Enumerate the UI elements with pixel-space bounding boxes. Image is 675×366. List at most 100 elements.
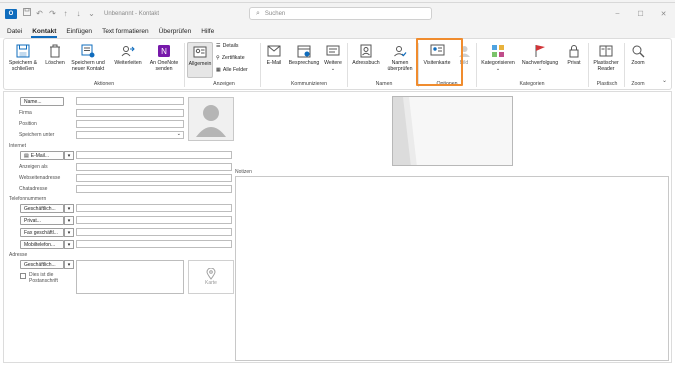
- certificate-icon: ⚲: [216, 55, 220, 61]
- business-card-preview[interactable]: [392, 96, 513, 166]
- phone-home-button[interactable]: Privat...: [20, 216, 64, 225]
- undo-icon[interactable]: ↶: [35, 9, 44, 19]
- minimize-button[interactable]: –: [606, 3, 629, 24]
- search-icon: ⌕: [256, 9, 260, 17]
- display-as-field[interactable]: [76, 163, 232, 171]
- tab-review[interactable]: Überprüfen: [158, 28, 193, 38]
- phone-mobile-dropdown[interactable]: ▾: [64, 240, 74, 249]
- address-book-button[interactable]: Adressbuch: [349, 43, 383, 66]
- group-zoom-label: Zoom: [631, 81, 645, 87]
- web-address-field[interactable]: [76, 174, 232, 182]
- email-button-field[interactable]: ▤ E-Mail...: [20, 151, 64, 160]
- mailing-address-checkbox[interactable]: [20, 273, 26, 279]
- mailing-address-label: Dies ist die Postanschrift: [29, 272, 58, 284]
- file-as-select[interactable]: ⌄: [76, 131, 184, 139]
- map-it-button[interactable]: Karte: [188, 260, 234, 294]
- save-new-icon: [81, 43, 95, 58]
- maximize-button[interactable]: ☐: [629, 3, 652, 24]
- chevron-down-icon: ⌄: [495, 66, 501, 72]
- full-name-button[interactable]: Name...: [20, 97, 64, 106]
- zoom-button[interactable]: Zoom: [626, 43, 650, 66]
- save-new-button[interactable]: Speichern und neuer Kontakt: [69, 43, 107, 72]
- phone-fax-field[interactable]: [76, 228, 232, 236]
- tab-insert[interactable]: Einfügen: [65, 28, 93, 38]
- phone-home-field[interactable]: [76, 216, 232, 224]
- delete-button[interactable]: Löschen: [43, 43, 67, 66]
- notes-field[interactable]: [235, 176, 669, 361]
- onenote-button[interactable]: N An OneNote senden: [147, 43, 181, 72]
- certificates-button[interactable]: ⚲ Zertifikate: [216, 55, 245, 61]
- categorize-button[interactable]: Kategorisieren ⌄: [478, 43, 518, 72]
- customize-toolbar-icon[interactable]: ⌄: [87, 9, 96, 19]
- chevron-down-icon: ⌄: [330, 66, 336, 72]
- tab-format-text[interactable]: Text formatieren: [101, 28, 150, 38]
- separator: [476, 43, 477, 87]
- all-fields-button[interactable]: ▦ Alle Felder: [216, 67, 248, 73]
- envelope-icon: [267, 43, 281, 58]
- check-names-button[interactable]: Namen überprüfen: [384, 43, 416, 72]
- company-label: Firma: [19, 110, 32, 116]
- address-book-label: Adressbuch: [352, 60, 380, 66]
- meeting-button[interactable]: Besprechung: [287, 43, 321, 66]
- save-icon[interactable]: [22, 8, 31, 19]
- tab-contact[interactable]: Kontakt: [31, 28, 58, 38]
- forward-label: Weiterleiten: [114, 60, 142, 66]
- address-business-button[interactable]: Geschäftlich...: [20, 260, 64, 269]
- more-button[interactable]: Weitere ⌄: [322, 43, 344, 72]
- ribbon-collapse-icon[interactable]: ⌄: [662, 77, 667, 84]
- options-highlight-box: [416, 38, 463, 86]
- phone-fax-button[interactable]: Fax geschäftl...: [20, 228, 64, 237]
- group-tags-label: Kategorien: [519, 81, 545, 87]
- private-button[interactable]: Privat: [563, 43, 585, 66]
- email-dropdown-arrow[interactable]: ▾: [64, 151, 74, 160]
- contact-photo[interactable]: [188, 97, 234, 141]
- follow-up-button[interactable]: Nachverfolgung ⌄: [520, 43, 560, 72]
- email-field[interactable]: [76, 151, 232, 159]
- phone-home-dropdown[interactable]: ▾: [64, 216, 74, 225]
- im-address-field[interactable]: [76, 185, 232, 193]
- tab-file[interactable]: Datei: [6, 28, 23, 38]
- phone-business-button[interactable]: Geschäftlich...: [20, 204, 64, 213]
- details-button[interactable]: ☰ Details: [216, 43, 239, 49]
- down-arrow-icon[interactable]: ↓: [74, 9, 83, 19]
- search-input[interactable]: ⌕ Suchen: [249, 7, 432, 20]
- separator: [624, 43, 625, 87]
- redo-icon[interactable]: ↷: [48, 9, 57, 19]
- phone-fax-dropdown[interactable]: ▾: [64, 228, 74, 237]
- position-field[interactable]: [76, 120, 184, 128]
- close-button[interactable]: ✕: [652, 3, 675, 24]
- save-close-button[interactable]: Speichern & schließen: [8, 43, 38, 72]
- chevron-down-icon: ▾: [67, 241, 71, 248]
- forward-icon: [121, 43, 135, 58]
- zoom-label: Zoom: [631, 60, 645, 66]
- check-names-icon: [393, 43, 407, 58]
- contact-form: Name... Firma Position Speichern unter ⌄…: [3, 91, 672, 363]
- details-icon: ☰: [216, 43, 221, 49]
- immersive-reader-icon: [599, 43, 613, 58]
- tab-help[interactable]: Hilfe: [200, 28, 215, 38]
- save-close-icon: [16, 43, 30, 58]
- window-title: Unbenannt - Kontakt: [104, 10, 160, 17]
- phone-business-dropdown[interactable]: ▾: [64, 204, 74, 213]
- email-button[interactable]: E-Mail: [263, 43, 285, 66]
- general-label: Allgemein: [188, 61, 212, 67]
- separator: [260, 43, 261, 87]
- email-card-icon: ▤: [24, 152, 29, 159]
- chevron-down-icon: ▾: [67, 261, 71, 268]
- company-field[interactable]: [76, 109, 184, 117]
- up-arrow-icon[interactable]: ↑: [61, 9, 70, 19]
- phone-business-field[interactable]: [76, 204, 232, 212]
- address-field[interactable]: [76, 260, 184, 294]
- phone-mobile-button[interactable]: Mobiltelefon...: [20, 240, 64, 249]
- immersive-reader-button[interactable]: Plastischer Reader: [590, 43, 622, 72]
- save-close-label: Speichern & schließen: [8, 60, 38, 72]
- address-business-dropdown[interactable]: ▾: [64, 260, 74, 269]
- chevron-down-icon: ▾: [67, 217, 71, 224]
- im-address-label: Chatadresse: [19, 186, 48, 192]
- search-placeholder: Suchen: [264, 10, 286, 17]
- forward-button[interactable]: Weiterleiten: [111, 43, 145, 66]
- phone-mobile-field[interactable]: [76, 240, 232, 248]
- full-name-field[interactable]: [76, 97, 184, 105]
- map-pin-icon: [206, 268, 216, 280]
- general-view-button[interactable]: Allgemein: [187, 42, 213, 78]
